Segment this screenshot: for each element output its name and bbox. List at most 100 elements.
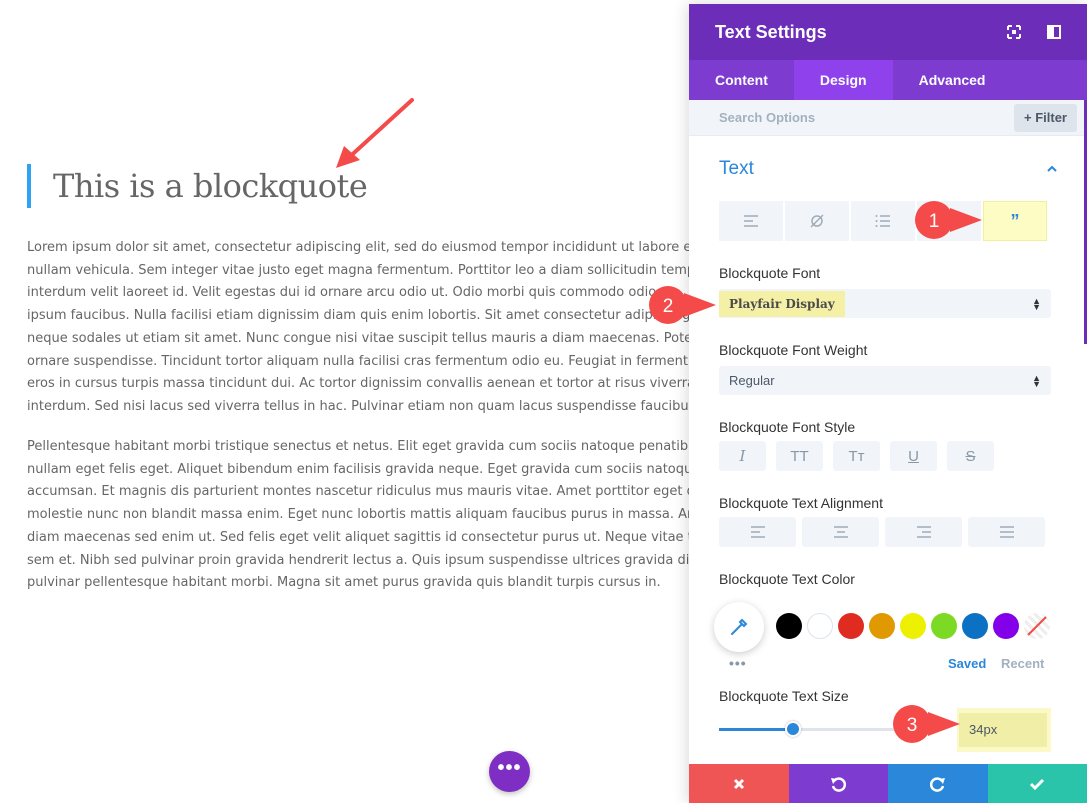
panel-tabs: Content Design Advanced xyxy=(689,60,1087,100)
color-picker-button[interactable] xyxy=(714,602,764,652)
align-left-icon xyxy=(750,526,765,538)
font-style-label: Blockquote Font Style xyxy=(719,419,856,435)
text-line: nullam eget felis eget. Aliquet bibendum… xyxy=(27,461,701,477)
strikethrough-button[interactable]: S xyxy=(947,441,994,471)
capitalize-button[interactable]: Tт xyxy=(833,441,880,471)
font-select[interactable]: Playfair Display ▲ ▼ xyxy=(719,289,1051,318)
text-size-slider[interactable] xyxy=(719,728,894,731)
color-swatch[interactable] xyxy=(931,613,957,639)
close-icon xyxy=(733,778,744,789)
color-swatch[interactable] xyxy=(900,613,926,639)
text-size-input[interactable]: 34px xyxy=(959,713,1047,747)
color-swatch[interactable] xyxy=(838,613,864,639)
text-size-label: Blockquote Text Size xyxy=(719,688,849,704)
select-arrows-icon: ▲ ▼ xyxy=(1032,372,1041,389)
saved-colors-tab[interactable]: Saved xyxy=(948,656,986,671)
paragraph-1: Lorem ipsum dolor sit amet, consectetur … xyxy=(27,237,727,419)
text-line: Lorem ipsum dolor sit amet, consectetur … xyxy=(27,240,697,255)
color-swatch[interactable] xyxy=(993,613,1019,639)
italic-button[interactable]: I xyxy=(719,441,766,471)
panel-title: Text Settings xyxy=(715,21,827,42)
alignment-buttons xyxy=(719,517,1045,547)
text-line: interdum. Sed nisi lacus sed viverra tel… xyxy=(27,398,696,414)
list-icon xyxy=(875,215,890,227)
font-value: Playfair Display xyxy=(719,291,845,317)
subtab-paragraph[interactable] xyxy=(719,201,783,241)
panel-header: Text Settings xyxy=(689,4,1087,60)
subtab-blockquote[interactable]: ” xyxy=(983,201,1047,241)
split-view-icon[interactable] xyxy=(1047,25,1061,39)
text-line: ornare suspendisse. Tincidunt tortor ali… xyxy=(27,353,709,369)
save-button[interactable] xyxy=(987,764,1087,803)
text-line: pulvinar pellentesque habitant morbi. Ma… xyxy=(27,575,661,591)
color-swatch[interactable] xyxy=(807,613,833,639)
uppercase-button[interactable]: TT xyxy=(776,441,823,471)
color-swatch[interactable] xyxy=(869,613,895,639)
tab-advanced[interactable]: Advanced xyxy=(893,60,1012,100)
save-check-icon xyxy=(1030,778,1045,790)
text-line: Pellentesque habitant morbi tristique se… xyxy=(27,439,704,454)
tab-design[interactable]: Design xyxy=(793,60,893,100)
text-line: ipsum faucibus. Nulla facilisi etiam dig… xyxy=(27,308,691,324)
text-line: diam maecenas sed enim ut. Sed felis ege… xyxy=(27,529,727,545)
strikethrough-icon: S xyxy=(965,447,976,465)
badge-number: 1 xyxy=(929,211,940,232)
font-weight-select[interactable]: Regular ▲ ▼ xyxy=(719,366,1051,395)
blockquote: This is a blockquote xyxy=(27,164,368,208)
annotation-badge-1: 1 xyxy=(915,201,982,239)
tab-content[interactable]: Content xyxy=(689,60,794,100)
panel-footer xyxy=(689,764,1087,803)
uppercase-icon: TT xyxy=(790,447,809,465)
align-right-button[interactable] xyxy=(885,517,962,547)
select-arrows-icon: ▲ ▼ xyxy=(1032,295,1041,312)
color-swatches xyxy=(776,613,1050,639)
subtab-link[interactable] xyxy=(785,201,849,241)
text-line: molestie nunc non blandit massa enim. Eg… xyxy=(27,507,713,523)
text-settings-panel: Text Settings Content Design Advanced Se… xyxy=(689,4,1087,803)
font-weight-label: Blockquote Font Weight xyxy=(719,342,868,358)
align-justify-button[interactable] xyxy=(968,517,1045,547)
text-line: accumsan. Et magnis dis parturient monte… xyxy=(27,484,720,500)
font-style-buttons: I TT Tт U S xyxy=(719,441,994,471)
capitalize-icon: Tт xyxy=(848,447,865,465)
subtab-unordered-list[interactable] xyxy=(851,201,915,241)
alignment-label: Blockquote Text Alignment xyxy=(719,495,883,511)
recent-colors-tab[interactable]: Recent xyxy=(1001,656,1044,671)
undo-button[interactable] xyxy=(788,764,888,803)
text-size-field-highlight: 34px xyxy=(957,708,1051,752)
blockquote-text: This is a blockquote xyxy=(53,167,368,205)
annotation-badge-2: 2 xyxy=(649,286,716,324)
badge-number: 2 xyxy=(663,296,674,317)
search-bar: Search Options + Filter xyxy=(689,100,1087,136)
text-line: neque sodales ut etiam sit amet. Nunc co… xyxy=(27,330,710,346)
slider-fill xyxy=(719,728,793,731)
more-colors-icon[interactable]: ••• xyxy=(729,655,747,671)
section-title: Text xyxy=(719,158,754,179)
color-swatch[interactable] xyxy=(962,613,988,639)
align-left-button[interactable] xyxy=(719,517,796,547)
badge-number: 3 xyxy=(907,715,918,736)
undo-icon xyxy=(831,776,847,792)
text-line: sem et. Nibh sed pulvinar proin gravida … xyxy=(27,552,723,568)
fullscreen-icon[interactable] xyxy=(1007,25,1021,39)
text-color-label: Blockquote Text Color xyxy=(719,571,855,587)
annotation-badge-3: 3 xyxy=(893,705,960,743)
search-input[interactable]: Search Options xyxy=(719,110,1014,125)
no-color-swatch[interactable] xyxy=(1024,613,1050,639)
text-line: eros in cursus turpis massa tincidunt du… xyxy=(27,376,696,392)
more-options-button[interactable]: ••• xyxy=(489,751,530,792)
align-left-icon xyxy=(744,215,758,227)
text-section-header[interactable]: Text xyxy=(689,155,1087,183)
slider-handle[interactable] xyxy=(784,721,801,737)
paragraph-2: Pellentesque habitant morbi tristique se… xyxy=(27,436,727,595)
more-dots-icon: ••• xyxy=(497,756,522,779)
discard-button[interactable] xyxy=(689,764,789,803)
filter-button[interactable]: + Filter xyxy=(1014,103,1077,132)
underline-icon: U xyxy=(908,447,919,465)
underline-button[interactable]: U xyxy=(890,441,937,471)
link-off-icon xyxy=(810,214,824,228)
redo-button[interactable] xyxy=(888,764,988,803)
italic-icon: I xyxy=(739,447,746,465)
align-center-button[interactable] xyxy=(802,517,879,547)
color-swatch[interactable] xyxy=(776,613,802,639)
